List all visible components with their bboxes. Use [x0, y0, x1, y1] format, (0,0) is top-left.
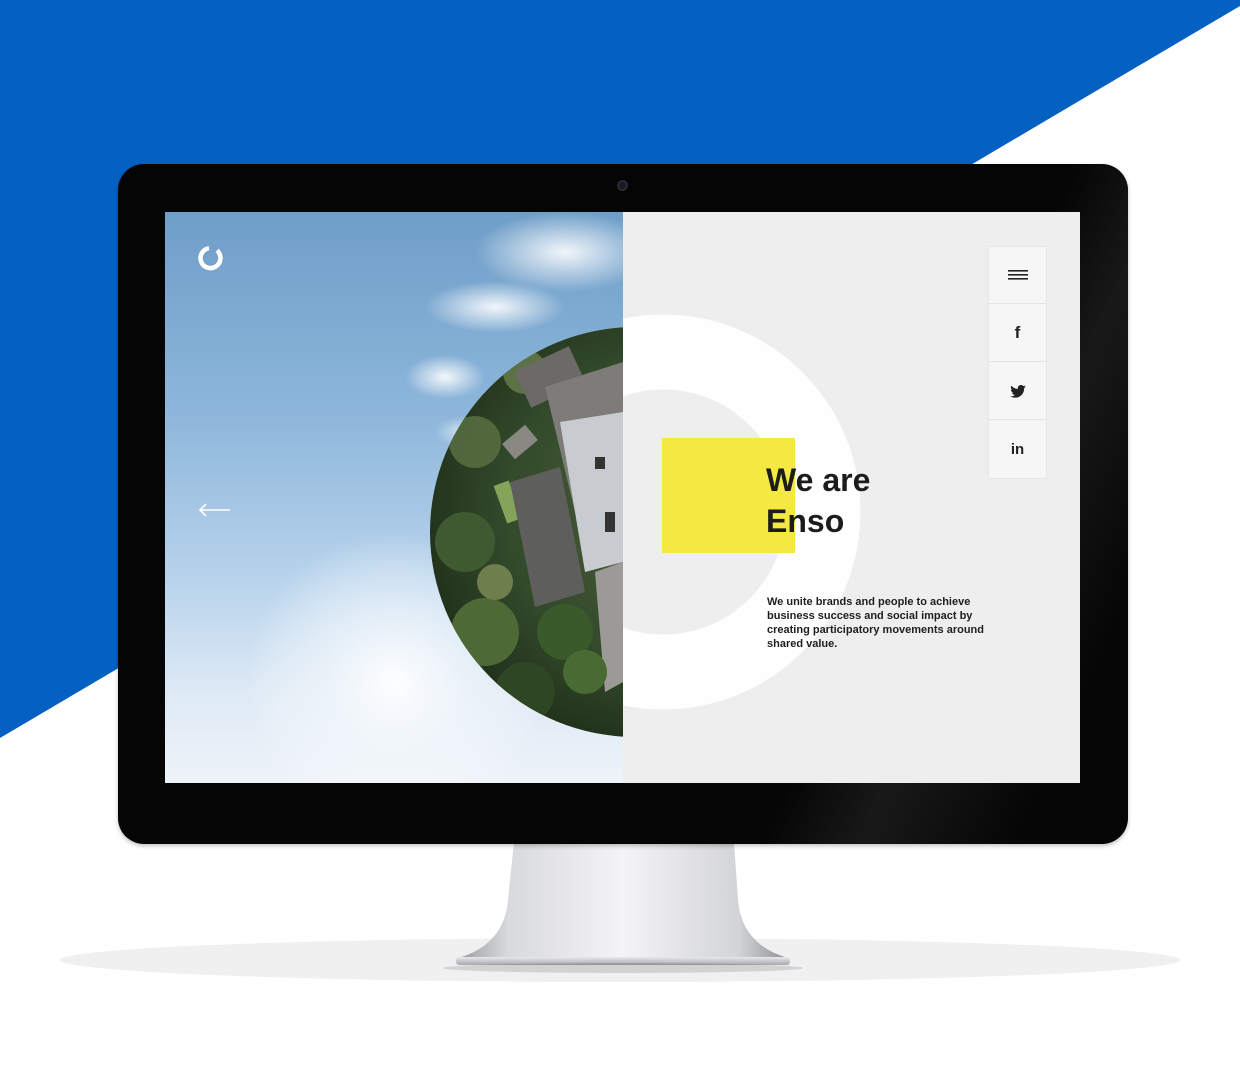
- intro-description: We unite brands and people to achieve bu…: [767, 596, 984, 650]
- linkedin-icon: in: [1010, 441, 1025, 458]
- twitter-icon: [1009, 384, 1026, 398]
- headline-line-1: We are: [766, 462, 871, 498]
- twitter-button[interactable]: [989, 363, 1046, 420]
- website-screen: We are Enso We unite brands and people t…: [165, 212, 1080, 783]
- facebook-button[interactable]: f: [989, 305, 1046, 362]
- hamburger-menu-icon: [1007, 270, 1028, 280]
- side-menu: f in: [989, 247, 1046, 478]
- enso-circle-logo-icon[interactable]: [198, 245, 224, 271]
- intro-content-panel: We are Enso We unite brands and people t…: [623, 212, 1080, 783]
- facebook-icon: f: [1014, 323, 1021, 342]
- headline-block: We are Enso: [662, 438, 962, 558]
- tiny-planet-image: [245, 212, 623, 783]
- hero-image-panel: [165, 212, 623, 783]
- linkedin-button[interactable]: in: [989, 421, 1046, 478]
- webcam-dot: [617, 180, 628, 191]
- hamburger-menu-button[interactable]: [989, 247, 1046, 304]
- headline-line-2: Enso: [766, 503, 845, 539]
- arrow-left-icon[interactable]: [198, 500, 232, 520]
- page-headline: We are Enso: [766, 460, 986, 542]
